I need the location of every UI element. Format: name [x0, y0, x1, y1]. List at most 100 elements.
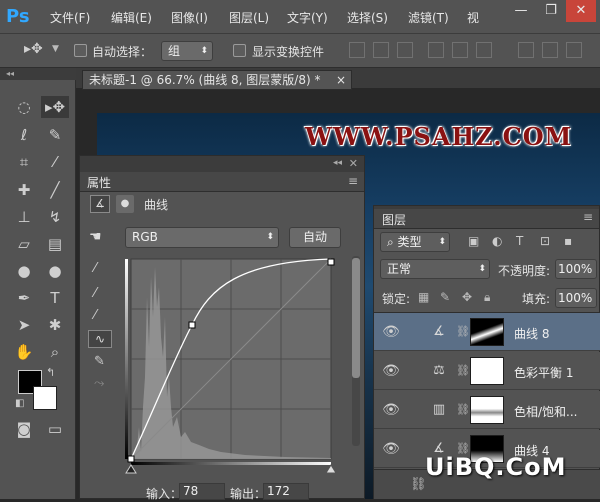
move-tool-icon[interactable]: ▸✥	[41, 96, 69, 118]
menu-view[interactable]: 视	[467, 9, 479, 26]
lock-pixels-icon[interactable]: ✎	[440, 290, 450, 304]
filter-smart-object-icon[interactable]: ▪	[564, 234, 572, 248]
show-transform-checkbox[interactable]	[233, 44, 246, 57]
visibility-eye-icon[interactable]: 👁︎	[382, 391, 400, 429]
brush-tool-icon[interactable]: ╱	[41, 179, 69, 201]
properties-scrollbar[interactable]	[352, 256, 360, 446]
path-selection-tool-icon[interactable]: ➤	[10, 314, 38, 336]
chevron-down-icon[interactable]: ▼	[52, 44, 59, 54]
filter-adjustment-icon[interactable]: ◐	[492, 234, 502, 248]
align-left-icon[interactable]	[428, 42, 444, 58]
marquee-tool-icon[interactable]: ◌	[10, 96, 38, 118]
eyedropper-white-icon[interactable]: ⁄	[94, 308, 96, 323]
collapse-panel-icon[interactable]: ◂◂	[333, 158, 342, 168]
chain-link-icon[interactable]: ⛓︎	[456, 391, 470, 429]
menu-edit[interactable]: 编辑(E)	[111, 9, 152, 26]
align-bottom-icon[interactable]	[397, 42, 413, 58]
layer-row-curves-8[interactable]: 👁︎ ∡ ⛓︎ 曲线 8	[374, 313, 600, 351]
auto-select-checkbox[interactable]	[74, 44, 87, 57]
type-tool-icon[interactable]: T	[41, 287, 69, 309]
quick-select-tool-icon[interactable]: ✎	[41, 124, 69, 146]
menu-filter[interactable]: 滤镜(T)	[408, 9, 449, 26]
layer-mask-thumbnail[interactable]	[470, 396, 504, 424]
layer-row-color-balance-1[interactable]: 👁︎ ⚖ ⛓︎ 色彩平衡 1	[374, 352, 600, 390]
crop-tool-icon[interactable]: ⌗	[10, 151, 38, 173]
channel-dropdown[interactable]: RGB ⬍	[125, 227, 279, 248]
curve-point-mid[interactable]	[188, 321, 196, 329]
output-value-field[interactable]: 172	[263, 483, 309, 500]
pen-tool-icon[interactable]: ✒	[10, 287, 38, 309]
align-right-icon[interactable]	[476, 42, 492, 58]
distribute-vcenter-icon[interactable]	[542, 42, 558, 58]
layers-title[interactable]: 图层	[382, 211, 406, 228]
dodge-tool-icon[interactable]: ●	[41, 260, 69, 282]
collapse-icon[interactable]: ◂◂	[0, 68, 76, 80]
chain-link-icon[interactable]: ⛓︎	[456, 352, 470, 390]
move-tool-icon[interactable]: ▸✥	[24, 41, 43, 57]
menu-type[interactable]: 文字(Y)	[287, 9, 328, 26]
curves-graph[interactable]	[125, 257, 335, 477]
distribute-top-icon[interactable]	[518, 42, 534, 58]
blur-tool-icon[interactable]: ●	[10, 260, 38, 282]
curve-point-black[interactable]	[127, 455, 135, 463]
lock-position-icon[interactable]: ✥	[462, 290, 472, 304]
close-panel-icon[interactable]: ✕	[349, 157, 358, 170]
swap-colors-icon[interactable]: ↰	[46, 366, 55, 379]
properties-title[interactable]: 属性	[87, 174, 111, 191]
opacity-field[interactable]: 100%	[555, 259, 597, 279]
menu-image[interactable]: 图像(I)	[171, 9, 208, 26]
quick-mask-icon[interactable]: ◙	[10, 418, 38, 440]
input-value-field[interactable]: 78	[179, 483, 225, 500]
scrollbar-thumb[interactable]	[352, 258, 360, 378]
lock-transparent-icon[interactable]: ▦	[418, 290, 429, 304]
filter-pixel-icon[interactable]: ▣	[468, 234, 479, 248]
fill-field[interactable]: 100%	[555, 288, 597, 308]
chain-link-icon[interactable]: ⛓︎	[456, 313, 470, 351]
lock-all-icon[interactable]: 🔒︎	[484, 290, 490, 305]
panel-menu-icon[interactable]: ≡	[583, 210, 593, 224]
panel-menu-icon[interactable]: ≡	[348, 174, 358, 188]
layer-mask-thumbnail[interactable]	[470, 318, 504, 346]
clone-stamp-tool-icon[interactable]: ⊥	[10, 206, 38, 228]
align-vcenter-icon[interactable]	[373, 42, 389, 58]
smooth-curve-icon[interactable]: ⤳	[94, 376, 104, 391]
layer-row-hue-saturation[interactable]: 👁︎ ▥ ⛓︎ 色相/饱和...	[374, 391, 600, 429]
screen-mode-icon[interactable]: ▭	[41, 418, 69, 440]
visibility-eye-icon[interactable]: 👁︎	[382, 430, 400, 468]
eraser-tool-icon[interactable]: ▱	[10, 233, 38, 255]
filter-type-icon[interactable]: T	[516, 234, 523, 248]
menu-layer[interactable]: 图层(L)	[229, 9, 269, 26]
hand-tool-icon[interactable]: ✋	[10, 341, 38, 363]
default-colors-icon[interactable]: ◧	[15, 398, 24, 409]
align-hcenter-icon[interactable]	[452, 42, 468, 58]
zoom-tool-icon[interactable]: ⌕	[41, 341, 69, 363]
visibility-eye-icon[interactable]: 👁︎	[382, 313, 400, 351]
background-color-swatch[interactable]	[33, 386, 57, 410]
align-top-icon[interactable]	[349, 42, 365, 58]
gradient-tool-icon[interactable]: ▤	[41, 233, 69, 255]
on-image-adjust-icon[interactable]: ☚	[89, 229, 102, 245]
menu-file[interactable]: 文件(F)	[50, 9, 90, 26]
curve-point-mode-icon[interactable]: ∿	[88, 330, 112, 348]
lasso-tool-icon[interactable]: ℓ	[10, 124, 38, 146]
pencil-draw-icon[interactable]: ✎	[94, 354, 105, 369]
filter-shape-icon[interactable]: ⊡	[540, 234, 550, 248]
visibility-eye-icon[interactable]: 👁︎	[382, 352, 400, 390]
minimize-icon[interactable]: —	[506, 0, 536, 22]
restore-icon[interactable]: ❐	[536, 0, 566, 22]
auto-button[interactable]: 自动	[289, 227, 341, 248]
eyedropper-gray-icon[interactable]: ⁄	[94, 286, 96, 301]
history-brush-tool-icon[interactable]: ↯	[41, 206, 69, 228]
black-point-slider[interactable]	[125, 464, 137, 474]
curve-point-white[interactable]	[327, 258, 335, 266]
custom-shape-tool-icon[interactable]: ✱	[41, 314, 69, 336]
close-window-icon[interactable]: ✕	[566, 0, 596, 22]
distribute-bottom-icon[interactable]	[566, 42, 582, 58]
white-point-slider[interactable]	[325, 464, 335, 474]
layer-filter-dropdown[interactable]: ⌕ 类型 ⬍	[380, 232, 450, 252]
menu-select[interactable]: 选择(S)	[347, 9, 388, 26]
blend-mode-dropdown[interactable]: 正常 ⬍	[380, 259, 490, 279]
layer-mask-thumbnail[interactable]	[470, 357, 504, 385]
close-tab-icon[interactable]: ×	[336, 71, 346, 89]
auto-select-dropdown[interactable]: 组 ⬍	[161, 41, 213, 61]
